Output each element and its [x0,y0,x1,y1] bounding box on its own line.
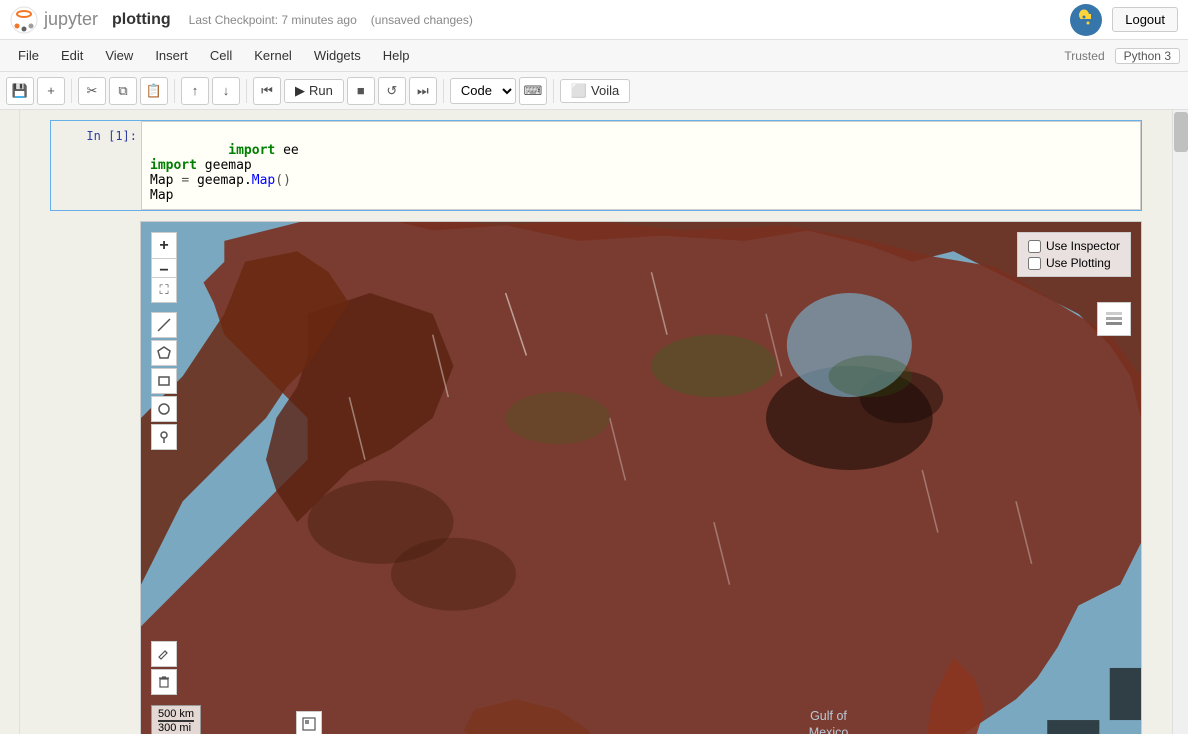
cell-code[interactable]: import ee import geemap Map = geemap.Map… [141,121,1141,210]
layers-button[interactable] [1097,302,1131,336]
draw-polygon-button[interactable] [151,340,177,366]
trusted-badge: Trusted [1056,49,1112,63]
menu-insert[interactable]: Insert [145,45,198,66]
fullscreen-button[interactable]: ⛶ [151,277,177,303]
skip-to-start-button[interactable]: ⏮ [253,77,281,105]
draw-pencil-button[interactable] [151,312,177,338]
map-svg: Gulf of Mexico [141,222,1141,734]
scale-km: 500 km [158,708,194,722]
map-container[interactable]: Gulf of Mexico + − ⛶ [140,221,1142,734]
zoom-in-button[interactable]: + [151,232,177,258]
draw-circle-button[interactable] [151,396,177,422]
use-plotting-checkbox[interactable] [1028,257,1041,270]
restart-button[interactable]: ↺ [378,77,406,105]
menu-view[interactable]: View [95,45,143,66]
jupyter-text: jupyter [44,9,98,30]
svg-text:Mexico: Mexico [809,726,849,734]
run-label: Run [309,83,333,98]
scale-mi: 300 mi [158,722,194,734]
cell-type-select[interactable]: Code [450,78,516,104]
cut-button[interactable]: ✂ [78,77,106,105]
use-plotting-label[interactable]: Use Plotting [1046,256,1111,270]
svg-text:Gulf of: Gulf of [810,709,847,723]
left-sidebar [0,110,20,734]
unsaved-changes: (unsaved changes) [371,13,473,27]
kernel-badge: Python 3 [1115,48,1180,64]
add-cell-button[interactable]: + [37,77,65,105]
run-button[interactable]: ▶ Run [284,79,344,103]
move-up-button[interactable]: ↑ [181,77,209,105]
menu-cell[interactable]: Cell [200,45,242,66]
edit-button[interactable] [151,641,177,667]
restart-run-button[interactable]: ⏭ [409,77,437,105]
draw-rectangle-button[interactable] [151,368,177,394]
stop-button[interactable]: ■ [347,77,375,105]
header: jupyter plotting Last Checkpoint: 7 minu… [0,0,1188,40]
menu-kernel[interactable]: Kernel [244,45,302,66]
inspector-panel: Use Inspector Use Plotting [1017,232,1131,277]
menubar: File Edit View Insert Cell Kernel Widget… [0,40,1188,72]
notebook-area: In [1]: import ee import geemap Map = ge… [0,110,1188,734]
toolbar: 💾 + ✂ ⧉ 📋 ↑ ↓ ⏮ ▶ Run ■ ↺ ⏭ Code ⌨ ⬜ Voi… [0,72,1188,110]
minimap-button[interactable] [296,711,322,734]
jupyter-logo-icon [10,6,38,34]
voila-button[interactable]: ⬜ Voila [560,79,630,103]
keyboard-shortcut-button[interactable]: ⌨ [519,77,547,105]
scale-bar: 500 km 300 mi [151,705,201,734]
move-down-button[interactable]: ↓ [212,77,240,105]
use-inspector-checkbox[interactable] [1028,240,1041,253]
voila-icon: ⬜ [571,83,587,99]
output-prompt [50,221,140,734]
python-logo-icon [1070,4,1102,36]
scrollbar[interactable] [1172,110,1188,734]
paste-button[interactable]: 📋 [140,77,168,105]
menu-help[interactable]: Help [373,45,420,66]
copy-button[interactable]: ⧉ [109,77,137,105]
cell-prompt: In [1]: [51,121,141,210]
draw-marker-button[interactable] [151,424,177,450]
run-icon: ▶ [295,83,305,99]
menu-file[interactable]: File [8,45,49,66]
checkpoint-info: Last Checkpoint: 7 minutes ago [189,13,357,27]
use-inspector-label[interactable]: Use Inspector [1046,239,1120,253]
logout-button[interactable]: Logout [1112,7,1178,32]
menu-widgets[interactable]: Widgets [304,45,371,66]
code-cell[interactable]: In [1]: import ee import geemap Map = ge… [50,120,1142,211]
menu-edit[interactable]: Edit [51,45,93,66]
delete-button[interactable] [151,669,177,695]
save-button[interactable]: 💾 [6,77,34,105]
map-output-cell: Gulf of Mexico + − ⛶ [50,221,1142,734]
main-content: In [1]: import ee import geemap Map = ge… [20,110,1172,734]
jupyter-logo: jupyter [10,6,98,34]
notebook-name[interactable]: plotting [112,11,171,29]
voila-label: Voila [591,83,619,98]
